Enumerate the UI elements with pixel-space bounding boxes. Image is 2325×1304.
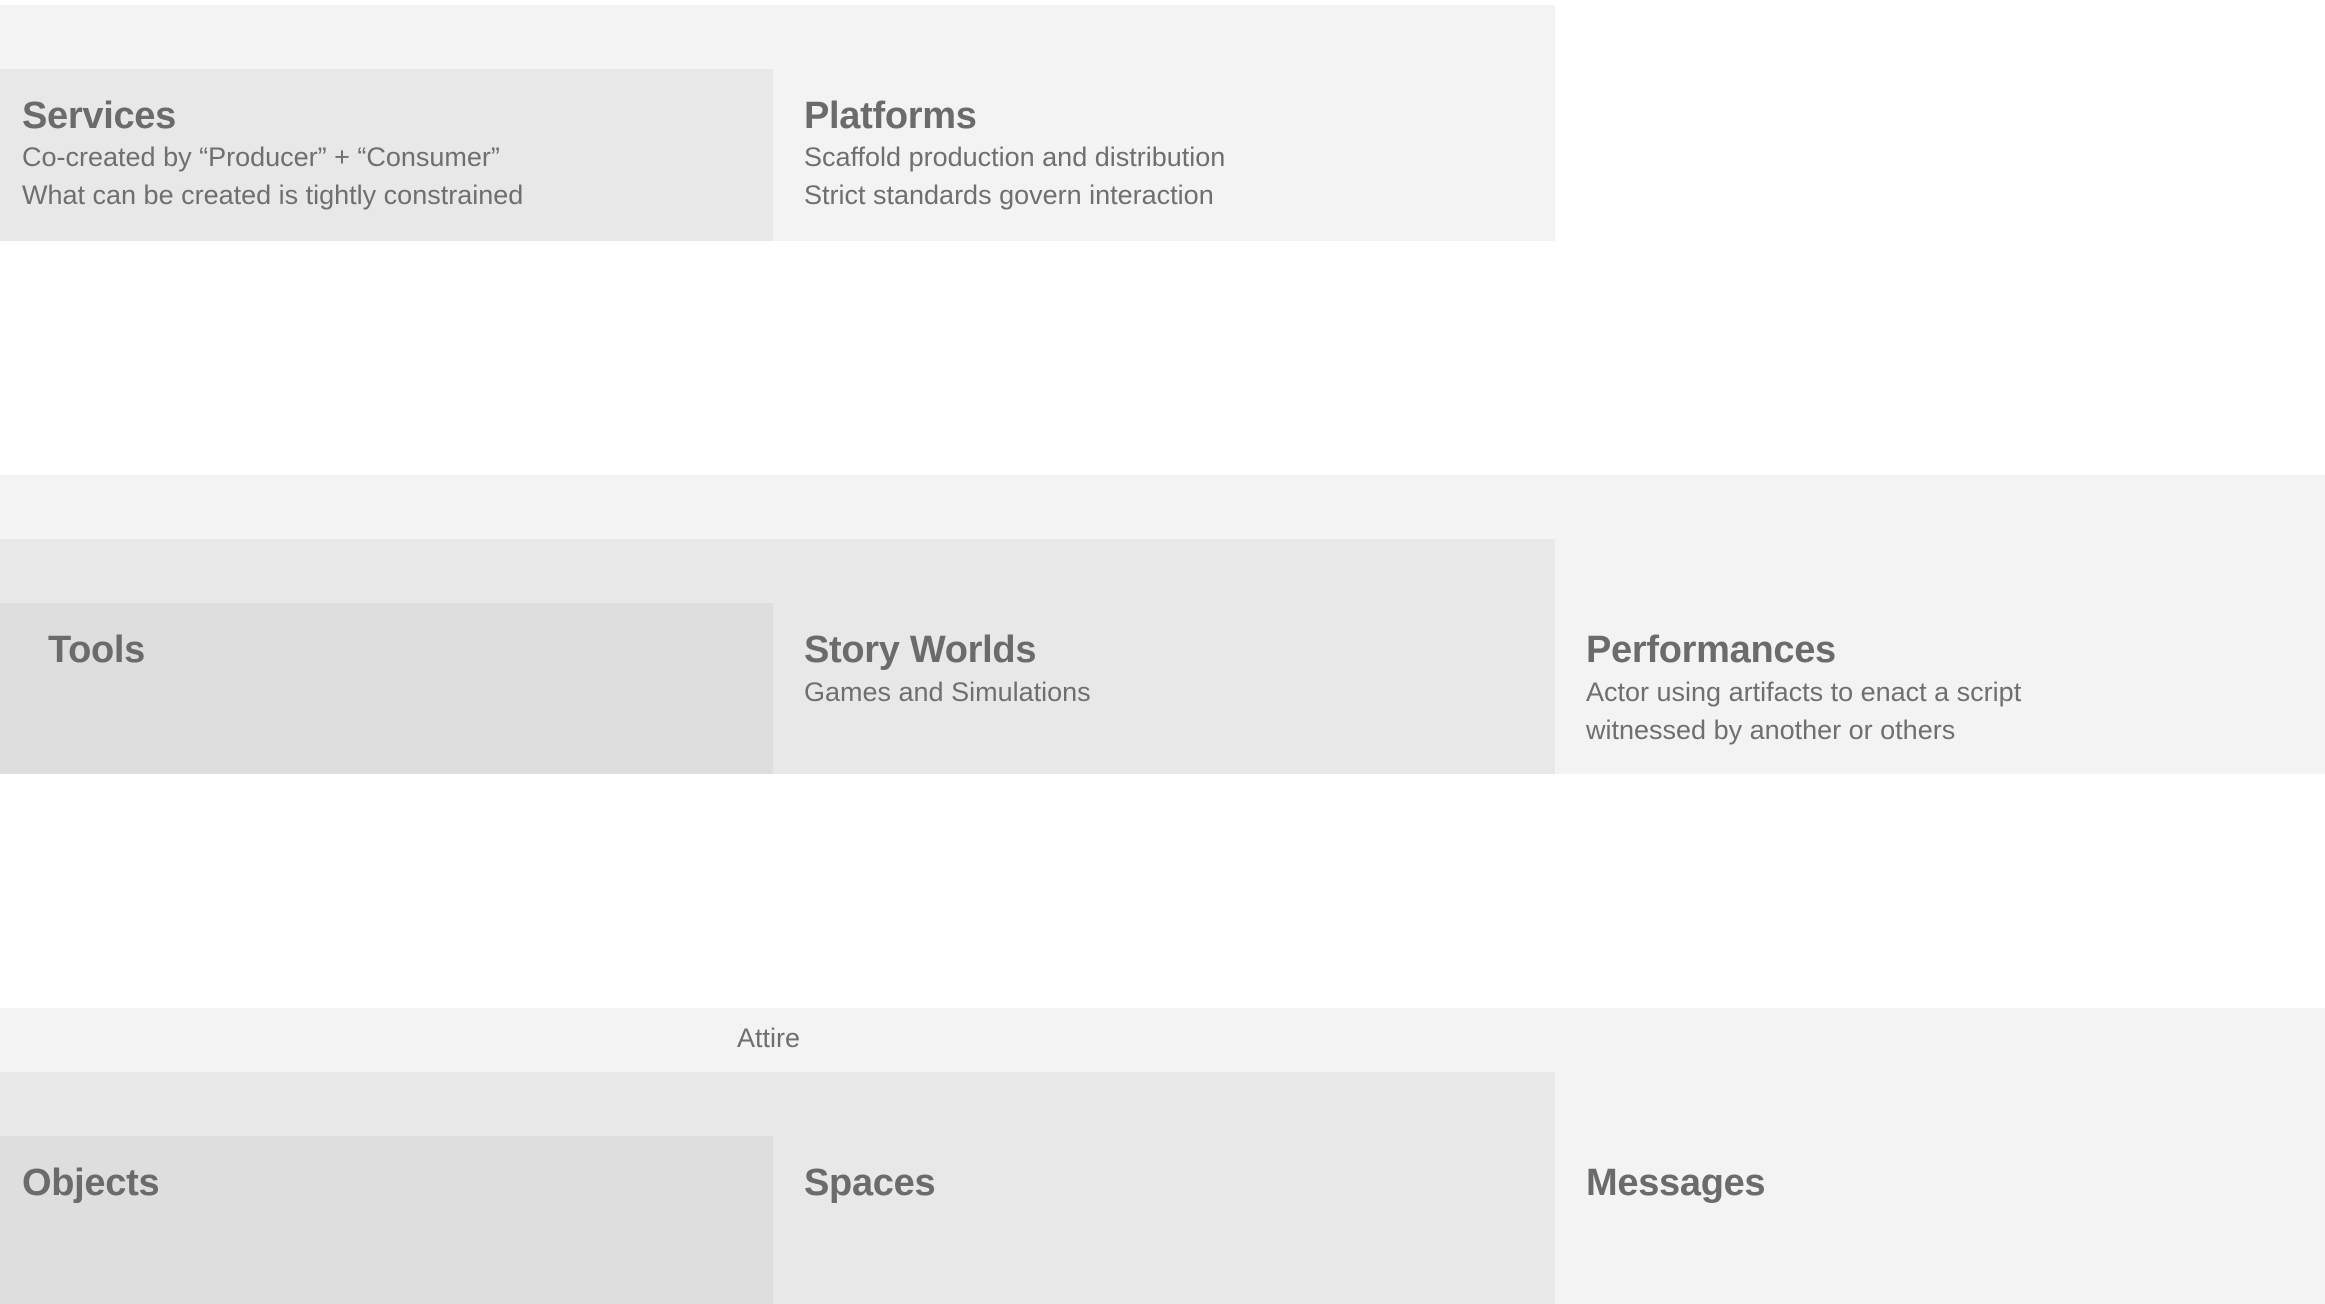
objects-title: Objects	[22, 1162, 160, 1204]
services-line-1: Co-created by “Producer” + “Consumer”	[22, 142, 500, 172]
story-worlds-description: Games and Simulations	[804, 673, 1091, 711]
performances-title: Performances	[1586, 629, 1836, 671]
services-line-2: What can be created is tightly constrain…	[22, 180, 524, 210]
platforms-line-2: Strict standards govern interaction	[804, 180, 1214, 210]
messages-title: Messages	[1586, 1162, 1766, 1204]
spaces-title: Spaces	[804, 1162, 936, 1204]
platforms-line-1: Scaffold production and distribution	[804, 142, 1226, 172]
services-title: Services	[22, 95, 176, 137]
tools-title: Tools	[48, 629, 146, 671]
story-worlds-line-1: Games and Simulations	[804, 677, 1091, 707]
platforms-description: Scaffold production and distribution Str…	[804, 138, 1225, 214]
services-description: Co-created by “Producer” + “Consumer” Wh…	[22, 138, 523, 214]
story-worlds-title: Story Worlds	[804, 629, 1037, 671]
performances-description: Actor using artifacts to enact a script …	[1586, 673, 2021, 749]
attire-label: Attire	[737, 1023, 801, 1053]
performances-line-2: witnessed by another or others	[1586, 715, 1956, 745]
performances-line-1: Actor using artifacts to enact a script	[1586, 677, 2022, 707]
platforms-title: Platforms	[804, 95, 977, 137]
